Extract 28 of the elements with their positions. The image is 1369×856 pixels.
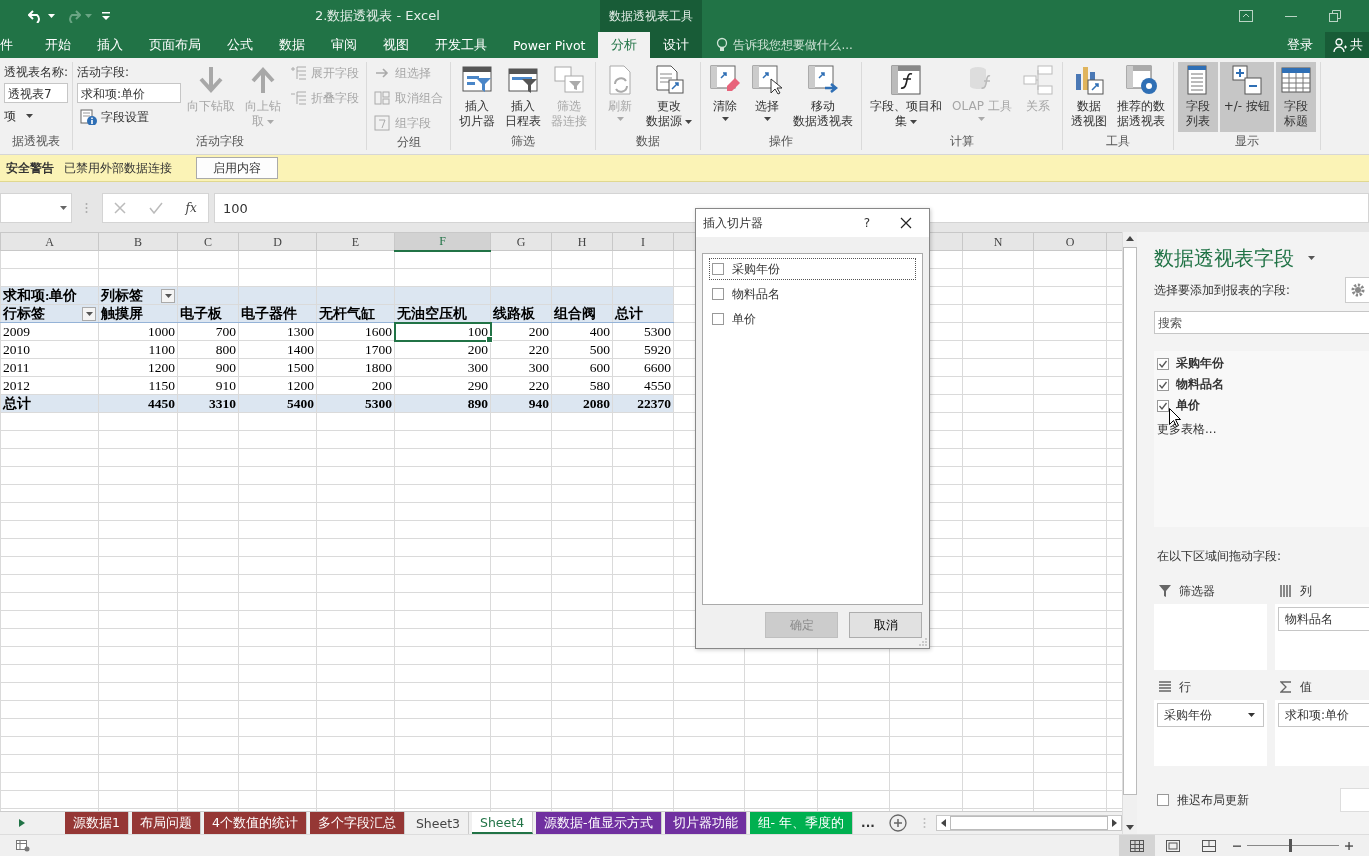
group-label: 数据 (635, 133, 662, 150)
field-label: 透视表名称: (4, 64, 69, 80)
row-labels-title: 行标签 (3, 305, 45, 322)
pane-prompt: 选择要添加到报表的字段: (1154, 282, 1290, 298)
group-label: 筛选 (510, 133, 537, 150)
area-label: 值 (1300, 678, 1312, 696)
warning-message: 已禁用外部数据连接 (64, 160, 172, 176)
area-label: 列 (1300, 582, 1312, 600)
group-label: 据透视表 (11, 133, 61, 150)
group-label: 操作 (768, 133, 795, 150)
group-label: 计算 (948, 133, 975, 150)
row-label: 2010 (0, 340, 99, 359)
group-label: 工具 (1104, 133, 1131, 150)
field-label: 活动字段: (77, 64, 131, 80)
context-title: 数据透视表工具 (600, 0, 702, 32)
pane-title: 数据透视表字段 (1154, 244, 1294, 272)
column-labels-title: 列标签 (101, 287, 143, 304)
area-label: 行 (1179, 678, 1191, 696)
window-title: 2.数据透视表 - Excel (314, 7, 441, 25)
group-label: 分组 (395, 134, 422, 151)
areas-prompt: 在以下区域间拖动字段: (1156, 548, 1283, 565)
row-label: 2009 (0, 322, 99, 341)
area-label: 筛选器 (1179, 582, 1215, 600)
group-label: 显示 (1233, 133, 1260, 150)
row-label: 2012 (0, 376, 99, 395)
group-label: 活动字段 (194, 133, 245, 150)
warning-title: 安全警告 (6, 160, 54, 176)
row-label: 2011 (0, 358, 99, 377)
